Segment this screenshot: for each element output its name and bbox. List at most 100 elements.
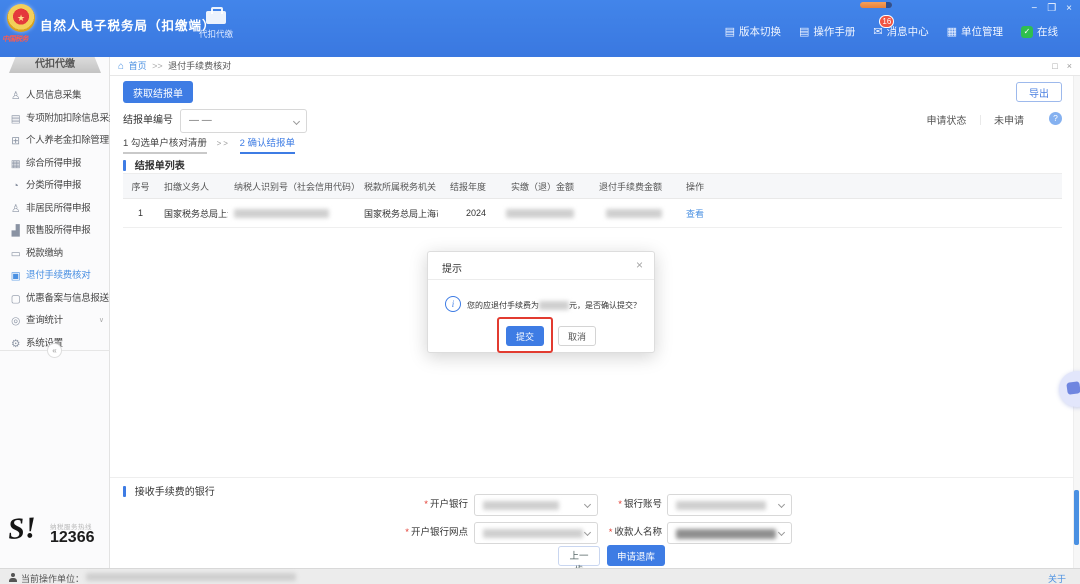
fetch-report-button[interactable]: 获取结报单	[123, 81, 193, 103]
branch-field-label: * 开户银行网点	[405, 527, 468, 538]
info-icon: i	[445, 296, 461, 312]
sidebar-item-query-statistics[interactable]: ◎ 查询统计 ∨	[0, 310, 110, 332]
sidebar-item-restricted-shares[interactable]: ▟ 限售股所得申报	[0, 220, 110, 242]
person-icon	[8, 573, 17, 582]
masked-amount	[539, 301, 569, 311]
col-taxpayer-id: 纳税人识别号（社会信用代码）	[228, 173, 358, 199]
col-action: 操作	[668, 173, 722, 199]
report-table: 序号 扣缴义务人 纳税人识别号（社会信用代码） 税款所属税务机关 结报年度 实缴…	[123, 173, 1062, 228]
sidebar-item-special-deduction[interactable]: ▤ 专项附加扣除信息采集	[0, 108, 119, 130]
national-emblem-logo: ★	[7, 4, 35, 32]
col-authority: 税款所属税务机关	[358, 173, 438, 199]
account-select[interactable]	[667, 494, 792, 516]
scrollbar-thumb[interactable]	[1074, 490, 1079, 545]
app-title: 自然人电子税务局（扣缴端）	[40, 19, 216, 33]
sidebar-item-label: 专项附加扣除信息采集	[26, 113, 119, 124]
nav-version-switch[interactable]: ▤ 版本切换	[725, 24, 781, 39]
sidebar-item-comprehensive-income[interactable]: ▦ 综合所得申报	[0, 153, 110, 175]
sidebar-item-personnel-info[interactable]: ♙ 人员信息采集	[0, 85, 110, 107]
logo-caption: 中国税务	[2, 35, 29, 43]
steps-separator: >>	[216, 139, 230, 148]
12366-logo: S!	[6, 511, 38, 546]
sidebar-item-refund-fee-check[interactable]: ▣ 退付手续费核对	[0, 265, 110, 287]
building-icon: ▦	[946, 26, 957, 38]
module-withholding[interactable]: 代扣代缴	[196, 7, 236, 40]
assistant-icon	[1066, 381, 1080, 395]
cell-taxpayer-id	[228, 198, 358, 228]
cancel-button[interactable]: 取消	[558, 326, 596, 346]
cell-fee-amount	[580, 198, 668, 228]
nav-message-center[interactable]: 16 ✉ 消息中心	[873, 15, 929, 39]
person-icon: ♙	[10, 203, 21, 215]
report-no-label: 结报单编号	[123, 115, 173, 126]
masked-value	[676, 529, 776, 539]
tab-close-icon[interactable]: ×	[1067, 57, 1072, 76]
sidebar-collapse-button[interactable]: «	[47, 343, 62, 358]
cell-agent: 国家税务总局上海市..	[158, 198, 228, 228]
tab-restore-icon[interactable]: □	[1052, 57, 1057, 76]
chevron-down-icon: ∨	[98, 317, 104, 324]
sidebar-item-pension-deduction[interactable]: ⊞ 个人养老金扣除管理	[0, 130, 110, 152]
step-2-tab[interactable]: 2 确认结报单	[239, 138, 295, 154]
section-title: 接收手续费的银行	[134, 487, 215, 498]
apply-refund-button[interactable]: 申请退库	[607, 545, 666, 566]
sidebar-item-label: 综合所得申报	[26, 158, 82, 169]
list-icon: ▤	[10, 113, 21, 125]
col-fee-amount: 退付手续费金额	[580, 173, 668, 199]
sidebar-item-label: 个人养老金扣除管理	[26, 135, 109, 146]
sidebar-item-classified-income[interactable]: ◔ 分类所得申报	[0, 175, 110, 197]
step-1-tab[interactable]: 1 勾选单户核对清册	[123, 138, 207, 154]
breadcrumb-home[interactable]: 首页	[129, 61, 147, 71]
report-no-select[interactable]: — —	[180, 109, 307, 133]
dialog-message: 您的应退付手续费为 元，是否确认提交？	[467, 301, 641, 311]
chevron-down-icon	[292, 117, 301, 126]
nav-label: 版本切换	[738, 26, 781, 38]
account-field-label: * 银行账号	[618, 499, 662, 510]
nav-manual[interactable]: ▤ 操作手册	[799, 24, 855, 39]
star-icon: ★	[16, 12, 26, 23]
section-bar	[123, 486, 126, 497]
required-mark: *	[405, 527, 409, 538]
close-button[interactable]: ×	[1066, 3, 1072, 14]
sidebar-item-label: 查询统计	[26, 315, 63, 326]
export-button[interactable]: 导出	[1016, 82, 1062, 102]
bank-field-label: * 开户银行	[424, 499, 468, 510]
sidebar-item-nonresident-income[interactable]: ♙ 非居民所得申报	[0, 198, 110, 220]
restore-button[interactable]: ❐	[1047, 3, 1056, 14]
nav-unit-management[interactable]: ▦ 单位管理	[947, 24, 1003, 39]
status-bar: 当前操作单位： 关于	[0, 568, 1080, 584]
clock-icon: ◔	[12, 180, 19, 192]
sidebar-item-label: 人员信息采集	[26, 90, 82, 101]
section-report-list: 结报单列表	[123, 157, 185, 172]
required-mark: *	[424, 499, 428, 510]
app-window: ★ 中国税务 自然人电子税务局（扣缴端） 代扣代缴 ▤ 版本切换 ▤ 操作手册 …	[0, 0, 1080, 584]
sidebar-item-preferential-filing[interactable]: ▢ 优惠备案与信息报送 ∨	[0, 288, 110, 310]
dialog-close-icon[interactable]: ×	[636, 258, 643, 272]
home-icon: ⌂	[118, 61, 125, 72]
nav-label: 在线	[1037, 26, 1058, 38]
payee-field-label: * 收款人名称	[608, 527, 662, 538]
breadcrumb: ⌂ 首页 >> 退付手续费核对	[118, 57, 231, 76]
minimize-button[interactable]: −	[1031, 3, 1037, 14]
sidebar-item-label: 分类所得申报	[26, 180, 82, 191]
document-icon: ▤	[798, 26, 810, 38]
tab-controls: □ ×	[1052, 57, 1072, 76]
view-link[interactable]: 查看	[686, 209, 704, 219]
section-receiving-bank: 接收手续费的银行	[123, 483, 215, 498]
bar-chart-icon: ▟	[11, 225, 20, 237]
previous-step-button[interactable]: 上一步	[558, 546, 600, 576]
card-plus-icon: ⊞	[11, 135, 20, 147]
current-unit-label: 当前操作单位：	[21, 574, 85, 584]
nav-online-status[interactable]: ✓ 在线	[1021, 24, 1058, 39]
confirm-dialog: 提示 × i 您的应退付手续费为 元，是否确认提交？ 提交 取消	[427, 251, 655, 353]
payee-select[interactable]	[667, 522, 792, 544]
document-icon: ▤	[724, 26, 735, 38]
help-icon[interactable]: ?	[1049, 112, 1062, 125]
briefcase-icon	[206, 7, 226, 24]
masked-value	[676, 501, 766, 510]
sidebar-item-tax-payment[interactable]: ▭ 税款缴纳	[0, 243, 110, 265]
sidebar-item-label: 限售股所得申报	[26, 225, 91, 236]
about-link[interactable]: 关于	[1048, 572, 1066, 584]
dialog-header: 提示 ×	[428, 252, 654, 280]
app-header: ★ 中国税务 自然人电子税务局（扣缴端） 代扣代缴 ▤ 版本切换 ▤ 操作手册 …	[0, 0, 1080, 57]
